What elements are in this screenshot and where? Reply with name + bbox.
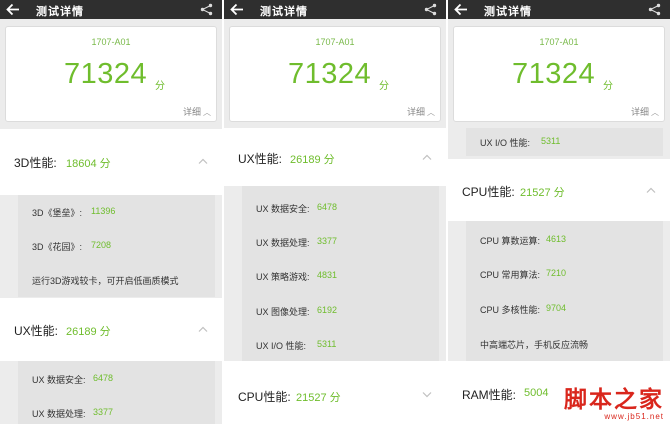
chevron-up-icon bbox=[646, 187, 656, 193]
device-model: 1707-A01 bbox=[315, 37, 355, 47]
category-score: 18604 分 bbox=[66, 158, 111, 170]
top-bar: 测试详情 bbox=[448, 0, 670, 19]
subscore-label: UX 数据处理: bbox=[32, 409, 86, 419]
subscore-label: CPU 常用算法: bbox=[480, 270, 541, 280]
total-score: 71324 bbox=[288, 58, 372, 90]
subscore-value: 6478 bbox=[317, 202, 338, 212]
score-unit: 分 bbox=[379, 81, 389, 92]
chevron-up-icon: ︿ bbox=[651, 108, 659, 117]
page-title: 测试详情 bbox=[260, 6, 308, 18]
detail-label: 详细 bbox=[182, 107, 201, 117]
category-label: CPU性能: bbox=[238, 390, 291, 404]
back-arrow-icon[interactable] bbox=[230, 3, 244, 16]
subscore-label: 3D《堡垒》: bbox=[32, 208, 83, 218]
device-model: 1707-A01 bbox=[539, 37, 579, 47]
subscore-value: 3377 bbox=[93, 407, 114, 417]
subscore-label: UX 数据安全: bbox=[256, 204, 310, 214]
benchmark-panel-1: 测试详情 1707-A01 71324 分 详细 ︿ 3D性能: 18604 分 … bbox=[0, 0, 222, 424]
detail-toggle[interactable]: 详细 ︿ bbox=[183, 105, 211, 118]
subscore-value: 7210 bbox=[546, 268, 567, 278]
detail-toggle[interactable]: 详细 ︿ bbox=[407, 105, 435, 118]
share-icon[interactable] bbox=[648, 3, 661, 16]
detail-toggle[interactable]: 详细 ︿ bbox=[631, 105, 659, 118]
category-ux[interactable]: UX性能: 26189 分 bbox=[0, 298, 222, 361]
subscore-list: UX I/O 性能: 5311 bbox=[466, 128, 663, 156]
total-score: 71324 bbox=[512, 58, 596, 90]
category-score: 21527 分 bbox=[520, 187, 565, 199]
subscore-value: 11396 bbox=[91, 206, 116, 216]
chevron-up-icon bbox=[198, 158, 208, 164]
chevron-up-icon bbox=[198, 326, 208, 332]
subscore-list: CPU 算数运算: 4613 CPU 常用算法: 7210 CPU 多核性能: … bbox=[466, 221, 663, 361]
total-score-card: 1707-A01 71324 分 详细 ︿ bbox=[5, 26, 217, 122]
category-cpu[interactable]: CPU性能: 21527 分 bbox=[224, 361, 446, 424]
subscore-label: UX I/O 性能: bbox=[256, 341, 307, 351]
category-label: CPU性能: bbox=[462, 185, 515, 199]
subscore-value: 5311 bbox=[541, 136, 561, 146]
subscore-label: CPU 算数运算: bbox=[480, 236, 541, 246]
category-label: UX性能: bbox=[14, 324, 59, 338]
subscore-value: 6478 bbox=[93, 373, 114, 383]
chevron-down-icon bbox=[422, 392, 432, 398]
subscore-label: UX 图像处理: bbox=[256, 307, 310, 317]
subscore-value: 6192 bbox=[317, 305, 338, 315]
page-title: 测试详情 bbox=[36, 6, 84, 18]
subscore-label: CPU 多核性能: bbox=[480, 305, 541, 315]
category-score: 21527 分 bbox=[296, 392, 341, 404]
chevron-up-icon bbox=[422, 154, 432, 160]
performance-note: 运行3D游戏较卡，可开启低画质模式 bbox=[32, 276, 179, 286]
total-score-card: 1707-A01 71324 分 详细 ︿ bbox=[453, 26, 665, 122]
subscore-label: UX 数据处理: bbox=[256, 238, 310, 248]
subscore-value: 4831 bbox=[317, 270, 338, 280]
subscore-label: 3D《花园》: bbox=[32, 242, 83, 252]
benchmark-panel-2: 测试详情 1707-A01 71324 分 详细 ︿ UX性能: 26189 分 … bbox=[224, 0, 446, 424]
subscore-list: 3D《堡垒》: 11396 3D《花园》: 7208 运行3D游戏较卡，可开启低… bbox=[18, 195, 215, 297]
top-bar: 测试详情 bbox=[224, 0, 446, 19]
share-icon[interactable] bbox=[200, 3, 213, 16]
category-score: 5004 bbox=[524, 387, 549, 399]
subscore-list: UX 数据安全: 6478 UX 数据处理: 3377 bbox=[18, 361, 215, 424]
detail-label: 详细 bbox=[406, 107, 425, 117]
category-cpu[interactable]: CPU性能: 21527 分 bbox=[448, 159, 670, 221]
watermark-title: 脚本之家 bbox=[564, 386, 664, 413]
total-score: 71324 bbox=[64, 58, 148, 90]
subscore-label: UX 数据安全: bbox=[32, 375, 86, 385]
site-watermark: 脚本之家 www.jb51.net bbox=[564, 386, 664, 422]
benchmark-panel-3: 测试详情 1707-A01 71324 分 详细 ︿ UX I/O 性能: 531… bbox=[448, 0, 670, 424]
share-icon[interactable] bbox=[424, 3, 437, 16]
chevron-up-icon: ︿ bbox=[427, 108, 435, 117]
category-score: 26189 分 bbox=[66, 326, 111, 338]
page-title: 测试详情 bbox=[484, 6, 532, 18]
category-score: 26189 分 bbox=[290, 154, 335, 166]
subscore-value: 7208 bbox=[91, 240, 112, 250]
score-unit: 分 bbox=[155, 81, 165, 92]
score-unit: 分 bbox=[603, 81, 613, 92]
device-model: 1707-A01 bbox=[91, 37, 131, 47]
category-label: UX性能: bbox=[238, 152, 283, 166]
subscore-value: 5311 bbox=[317, 339, 337, 349]
back-arrow-icon[interactable] bbox=[454, 3, 468, 16]
performance-note: 中高端芯片，手机反应流畅 bbox=[480, 340, 589, 350]
subscore-value: 4613 bbox=[546, 234, 567, 244]
category-3d[interactable]: 3D性能: 18604 分 bbox=[0, 129, 222, 195]
total-score-card: 1707-A01 71324 分 详细 ︿ bbox=[229, 26, 441, 122]
detail-label: 详细 bbox=[630, 107, 649, 117]
subscore-label: UX 策略游戏: bbox=[256, 272, 310, 282]
subscore-value: 3377 bbox=[317, 236, 338, 246]
chevron-up-icon: ︿ bbox=[203, 108, 211, 117]
watermark-url: www.jb51.net bbox=[604, 412, 664, 421]
category-ux[interactable]: UX性能: 26189 分 bbox=[224, 128, 446, 186]
category-label: RAM性能: bbox=[462, 388, 517, 402]
subscore-label: UX I/O 性能: bbox=[480, 138, 531, 148]
subscore-list: UX 数据安全: 6478 UX 数据处理: 3377 UX 策略游戏: 483… bbox=[242, 186, 439, 361]
top-bar: 测试详情 bbox=[0, 0, 222, 19]
back-arrow-icon[interactable] bbox=[6, 3, 20, 16]
category-label: 3D性能: bbox=[14, 156, 57, 170]
subscore-value: 9704 bbox=[546, 303, 567, 313]
